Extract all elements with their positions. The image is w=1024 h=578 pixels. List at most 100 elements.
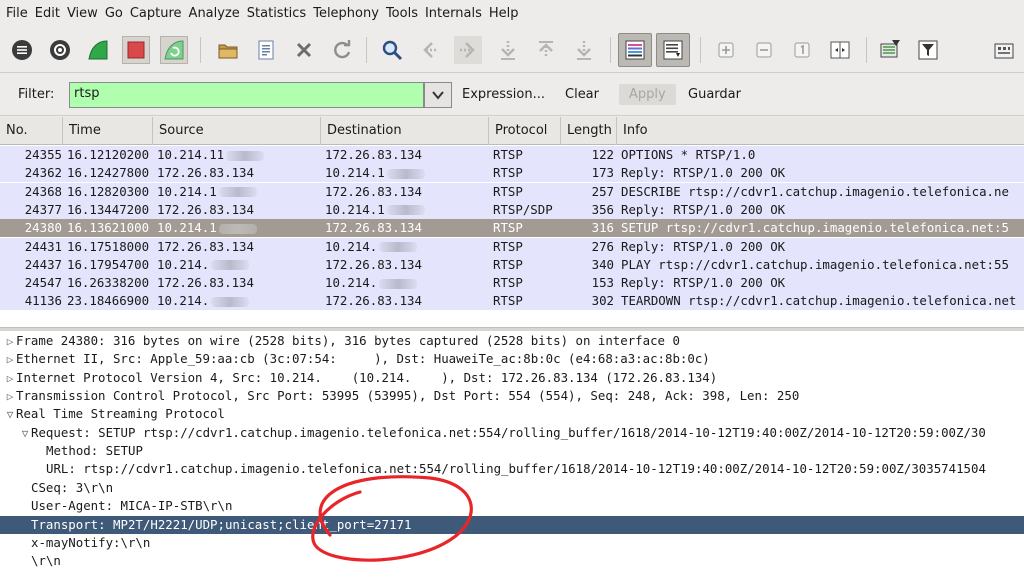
cell-destination: 172.26.83.134 — [325, 146, 489, 164]
redacted-address — [379, 242, 418, 252]
resize-columns-icon[interactable] — [826, 36, 854, 64]
preferences-icon[interactable] — [990, 36, 1018, 64]
packet-row[interactable]: 24355 16.12120200 10.214.11 172.26.83.134 RT… — [0, 146, 1024, 164]
packet-row[interactable]: 24377 16.13447200 172.26.83.134 10.214.1 RTS… — [0, 200, 1024, 219]
column-header-no[interactable]: No. — [0, 117, 63, 145]
go-back-icon[interactable] — [416, 36, 444, 64]
detail-tree-item[interactable]: ▷ Transmission Control Protocol, Src Port… — [0, 387, 1024, 405]
close-file-icon[interactable] — [290, 36, 318, 64]
redacted-address — [218, 223, 257, 234]
reload-icon[interactable] — [328, 36, 356, 64]
zoom-in-icon[interactable] — [712, 36, 740, 64]
detail-tree-item[interactable]: Transport: MP2T/H2221/UDP;unicast;client… — [0, 515, 1024, 534]
filter-history-dropdown[interactable] — [424, 82, 452, 108]
cell-info-text: Reply: RTSP/1.0 200 OK — [621, 165, 786, 181]
cell-time-text: 23.18466900 — [67, 293, 150, 309]
redacted-address — [218, 187, 257, 198]
open-file-icon[interactable] — [214, 36, 242, 64]
expand-triangle-icon[interactable]: ▷ — [4, 333, 16, 350]
stop-capture-icon[interactable] — [122, 36, 150, 64]
expand-triangle-icon[interactable]: ▷ — [4, 388, 16, 405]
detail-tree-item[interactable]: ▷ Internet Protocol Version 4, Src: 10.21… — [0, 369, 1024, 387]
packet-row[interactable]: 24362 16.12427800 172.26.83.134 10.214.1 RTS… — [0, 164, 1024, 183]
interfaces-icon[interactable] — [8, 36, 36, 64]
detail-tree-item[interactable]: \r\n — [0, 552, 1024, 570]
clear-button[interactable]: Clear — [565, 87, 599, 102]
cell-time: 16.13447200 — [67, 201, 153, 219]
menu-go[interactable]: Go — [105, 6, 123, 21]
column-header-destination[interactable]: Destination — [321, 117, 489, 145]
expand-triangle-icon[interactable]: ▷ — [4, 351, 16, 368]
column-header-length[interactable]: Length — [561, 117, 617, 145]
find-packet-icon[interactable] — [378, 36, 406, 64]
menu-edit[interactable]: Edit — [35, 6, 60, 21]
save-filter-button[interactable]: Guardar — [688, 87, 741, 102]
capture-filters-icon[interactable] — [876, 36, 904, 64]
detail-tree-item[interactable]: URL: rtsp://cdvr1.catchup.imagenio.telef… — [0, 460, 1024, 478]
detail-tree-label: x-mayNotify:\r\n — [31, 534, 151, 550]
cell-length-text: 276 — [591, 238, 614, 254]
options-icon[interactable] — [46, 36, 74, 64]
expression-button[interactable]: Expression... — [462, 87, 545, 102]
column-header-time[interactable]: Time — [63, 117, 153, 145]
cell-protocol: RTSP/SDP — [493, 201, 561, 219]
collapse-triangle-icon[interactable]: ▽ — [19, 425, 31, 442]
detail-tree-item[interactable]: ▽ Request: SETUP rtsp://cdvr1.catchup.ima… — [0, 424, 1024, 442]
detail-tree-item[interactable]: User-Agent: MICA-IP-STB\r\n — [0, 497, 1024, 515]
detail-tree-label: \r\n — [31, 553, 61, 569]
detail-tree-item[interactable]: ▽ Real Time Streaming Protocol — [0, 405, 1024, 423]
menu-tools[interactable]: Tools — [386, 6, 418, 21]
display-filters-icon[interactable] — [914, 36, 942, 64]
cell-length: 257 — [561, 183, 614, 201]
menu-statistics[interactable]: Statistics — [247, 6, 306, 21]
menu-capture[interactable]: Capture — [130, 6, 182, 21]
menu-analyze[interactable]: Analyze — [189, 6, 240, 21]
go-to-packet-icon[interactable] — [494, 36, 522, 64]
cell-time-text: 16.12820300 — [67, 183, 150, 199]
cell-protocol-text: RTSP — [493, 275, 523, 291]
normal-size-icon[interactable] — [788, 36, 816, 64]
zoom-out-icon[interactable] — [750, 36, 778, 64]
autoscroll-icon[interactable] — [656, 33, 690, 67]
cell-time: 16.17518000 — [67, 238, 153, 256]
collapse-triangle-icon[interactable]: ▽ — [4, 406, 16, 423]
detail-tree-item[interactable]: Method: SETUP — [0, 442, 1024, 460]
packet-row[interactable]: 24437 16.17954700 10.214. 172.26.83.134 RTSP… — [0, 255, 1024, 274]
cell-time-text: 16.13447200 — [67, 201, 150, 217]
packet-row[interactable]: 41136 23.18466900 10.214. 172.26.83.134 RTSP… — [0, 292, 1024, 311]
packet-row[interactable]: 24380 16.13621000 10.214.1 172.26.83.134 RTS… — [0, 219, 1024, 238]
expand-triangle-icon[interactable]: ▷ — [4, 370, 16, 387]
column-header-source[interactable]: Source — [153, 117, 321, 145]
redacted-address — [386, 205, 425, 216]
detail-tree-item[interactable]: CSeq: 3\r\n — [0, 479, 1024, 497]
start-capture-icon[interactable] — [84, 36, 112, 64]
display-filter-input[interactable]: rtsp — [69, 82, 424, 108]
apply-button[interactable]: Apply — [619, 84, 676, 105]
menu-file[interactable]: File — [6, 6, 28, 21]
menu-help[interactable]: Help — [489, 6, 519, 21]
packet-row[interactable]: 24431 16.17518000 172.26.83.134 10.214. RTSP… — [0, 237, 1024, 256]
restart-capture-icon[interactable] — [160, 36, 188, 64]
menu-internals[interactable]: Internals — [425, 6, 482, 21]
first-packet-icon[interactable] — [532, 36, 560, 64]
cell-protocol: RTSP — [493, 238, 561, 256]
last-packet-icon[interactable] — [570, 36, 598, 64]
cell-destination: 172.26.83.134 — [325, 292, 489, 310]
cell-time-text: 16.12427800 — [67, 165, 150, 181]
menu-view[interactable]: View — [67, 6, 98, 21]
save-file-icon[interactable] — [252, 36, 280, 64]
go-forward-icon[interactable] — [454, 36, 482, 64]
column-header-protocol[interactable]: Protocol — [489, 117, 561, 145]
detail-tree-item[interactable]: ▷ Ethernet II, Src: Apple_59:aa:cb (3c:07… — [0, 350, 1024, 368]
cell-time-text: 16.26338200 — [67, 275, 150, 291]
detail-tree-item[interactable]: ▷ Frame 24380: 316 bytes on wire (2528 bi… — [0, 332, 1024, 350]
packet-row[interactable]: 24547 16.26338200 172.26.83.134 10.214. RTSP… — [0, 274, 1024, 293]
cell-info: OPTIONS * RTSP/1.0 — [621, 146, 1024, 164]
column-header-info[interactable]: Info — [617, 117, 1024, 145]
detail-tree-label: Request: SETUP rtsp://cdvr1.catchup.imag… — [31, 424, 986, 440]
detail-tree-item[interactable]: x-mayNotify:\r\n — [0, 534, 1024, 552]
menu-telephony[interactable]: Telephony — [313, 6, 379, 21]
cell-source: 10.214.1 — [157, 219, 321, 237]
colorize-icon[interactable] — [618, 33, 652, 67]
packet-row[interactable]: 24368 16.12820300 10.214.1 172.26.83.134 RTS… — [0, 182, 1024, 201]
